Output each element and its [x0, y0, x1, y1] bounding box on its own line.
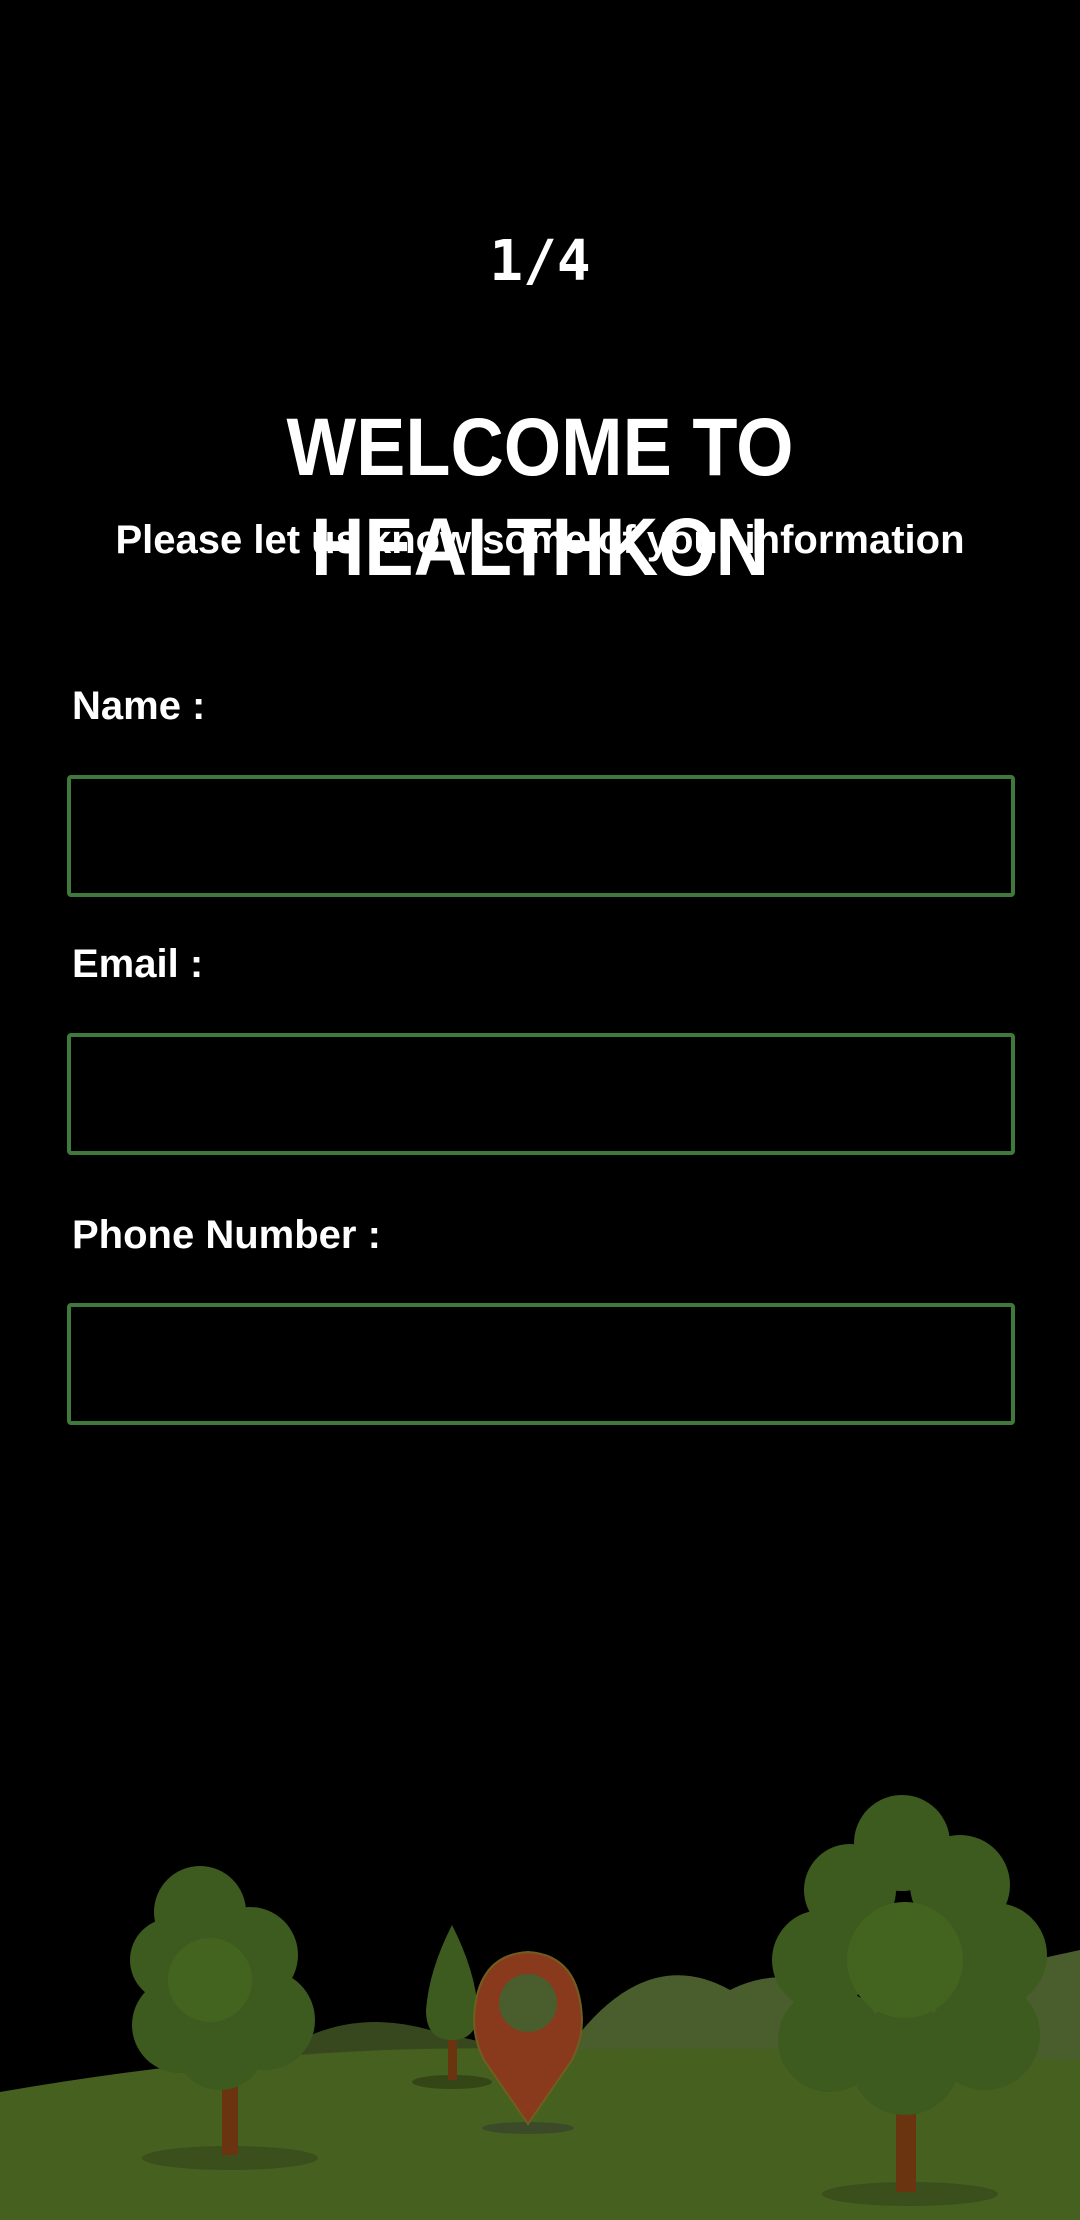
step-indicator: 1/4	[489, 229, 591, 294]
email-field[interactable]	[67, 1033, 1015, 1155]
page-title: WELCOME TO HEALTHKON	[286, 402, 794, 593]
email-label: Email :	[72, 942, 204, 986]
name-field[interactable]	[67, 775, 1015, 897]
landscape-illustration	[0, 1795, 1080, 2220]
phone-label: Phone Number :	[72, 1213, 381, 1257]
page-subtitle: Please let us know some of your informat…	[115, 518, 965, 562]
phone-number-field[interactable]	[67, 1303, 1015, 1425]
name-label: Name :	[72, 684, 206, 728]
